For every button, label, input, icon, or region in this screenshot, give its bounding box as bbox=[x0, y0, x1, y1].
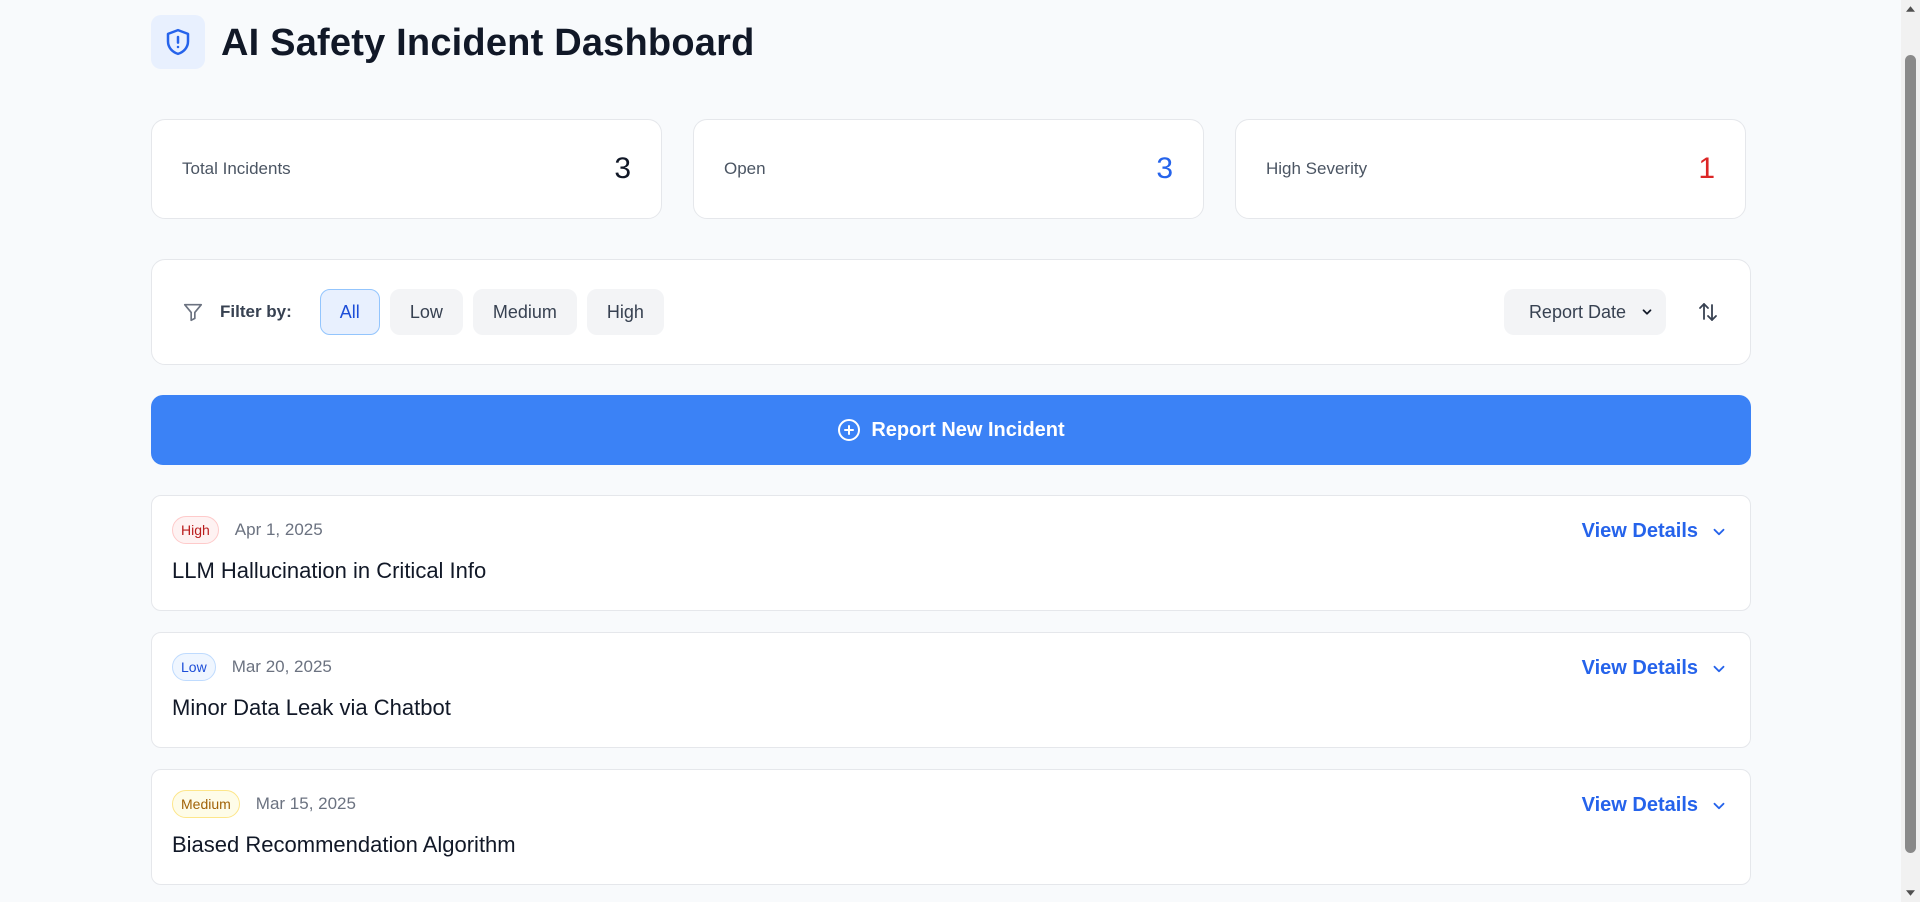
incident-list: High Apr 1, 2025 LLM Hallucination in Cr… bbox=[151, 495, 1751, 885]
page-title: AI Safety Incident Dashboard bbox=[221, 21, 755, 64]
report-new-incident-button[interactable]: Report New Incident bbox=[151, 395, 1751, 465]
chevron-down-icon bbox=[1710, 523, 1728, 541]
stat-label: Total Incidents bbox=[182, 159, 291, 178]
filter-icon bbox=[182, 300, 206, 324]
stat-value: 3 bbox=[614, 152, 631, 185]
chevron-down-icon bbox=[1710, 660, 1728, 678]
page: AI Safety Incident Dashboard Total Incid… bbox=[0, 0, 1920, 902]
sort-select-value: Report Date bbox=[1528, 301, 1626, 322]
filter-high-button[interactable]: High bbox=[586, 289, 664, 335]
filter-low-button[interactable]: Low bbox=[389, 289, 463, 335]
report-button-label: Report New Incident bbox=[871, 418, 1065, 441]
view-details-label: View Details bbox=[1581, 657, 1698, 679]
view-details-label: View Details bbox=[1581, 520, 1698, 542]
incident-title: Minor Data Leak via Chatbot bbox=[172, 695, 451, 720]
header: AI Safety Incident Dashboard bbox=[151, 0, 1751, 86]
incident-title: LLM Hallucination in Critical Info bbox=[172, 558, 487, 583]
incident-card: High Apr 1, 2025 LLM Hallucination in Cr… bbox=[151, 495, 1751, 611]
incident-date: Mar 20, 2025 bbox=[231, 657, 332, 676]
sort-group: Report Date bbox=[1503, 289, 1722, 335]
severity-badge: High bbox=[172, 516, 219, 544]
scroll-down-arrow-icon[interactable] bbox=[1905, 888, 1916, 898]
incident-date: Apr 1, 2025 bbox=[234, 520, 323, 539]
view-details-button[interactable]: View Details bbox=[1582, 794, 1728, 817]
stat-card-total: Total Incidents 3 bbox=[151, 119, 662, 219]
view-details-button[interactable]: View Details bbox=[1582, 657, 1728, 680]
filter-medium-button[interactable]: Medium bbox=[472, 289, 577, 335]
incident-meta: High Apr 1, 2025 bbox=[172, 516, 1730, 544]
scrollbar-thumb[interactable] bbox=[1905, 55, 1916, 853]
filter-label: Filter by: bbox=[220, 302, 292, 321]
stat-value: 3 bbox=[1156, 152, 1173, 185]
view-details-label: View Details bbox=[1581, 794, 1698, 816]
filter-all-button[interactable]: All bbox=[319, 289, 380, 335]
incident-title: Biased Recommendation Algorithm bbox=[172, 832, 516, 857]
stat-label: Open bbox=[724, 159, 766, 178]
severity-badge: Medium bbox=[172, 790, 240, 818]
chevron-down-icon bbox=[1710, 797, 1728, 815]
stat-card-open: Open 3 bbox=[693, 119, 1204, 219]
scroll-up-arrow-icon[interactable] bbox=[1905, 4, 1916, 14]
main-content: AI Safety Incident Dashboard Total Incid… bbox=[151, 0, 1751, 885]
incident-card: Medium Mar 15, 2025 Biased Recommendatio… bbox=[151, 769, 1751, 885]
incident-meta: Low Mar 20, 2025 bbox=[172, 653, 1730, 681]
shield-alert-icon bbox=[151, 15, 205, 69]
sort-direction-icon[interactable] bbox=[1694, 298, 1722, 326]
stats-row: Total Incidents 3 Open 3 High Severity 1 bbox=[151, 119, 1751, 219]
stat-label: High Severity bbox=[1266, 159, 1368, 178]
plus-circle-icon bbox=[837, 418, 861, 442]
incident-meta: Medium Mar 15, 2025 bbox=[172, 790, 1730, 818]
view-details-button[interactable]: View Details bbox=[1582, 520, 1728, 543]
filter-group: Filter by: All Low Medium High bbox=[182, 289, 674, 335]
incident-date: Mar 15, 2025 bbox=[255, 794, 356, 813]
stat-card-high-severity: High Severity 1 bbox=[1235, 119, 1746, 219]
vertical-scrollbar[interactable] bbox=[1901, 0, 1920, 902]
severity-badge: Low bbox=[172, 653, 216, 681]
chevron-down-icon bbox=[1640, 305, 1654, 319]
incident-card: Low Mar 20, 2025 Minor Data Leak via Cha… bbox=[151, 632, 1751, 748]
filter-bar: Filter by: All Low Medium High Report Da… bbox=[151, 259, 1751, 365]
stat-value: 1 bbox=[1698, 152, 1715, 185]
sort-select[interactable]: Report Date bbox=[1503, 289, 1666, 335]
